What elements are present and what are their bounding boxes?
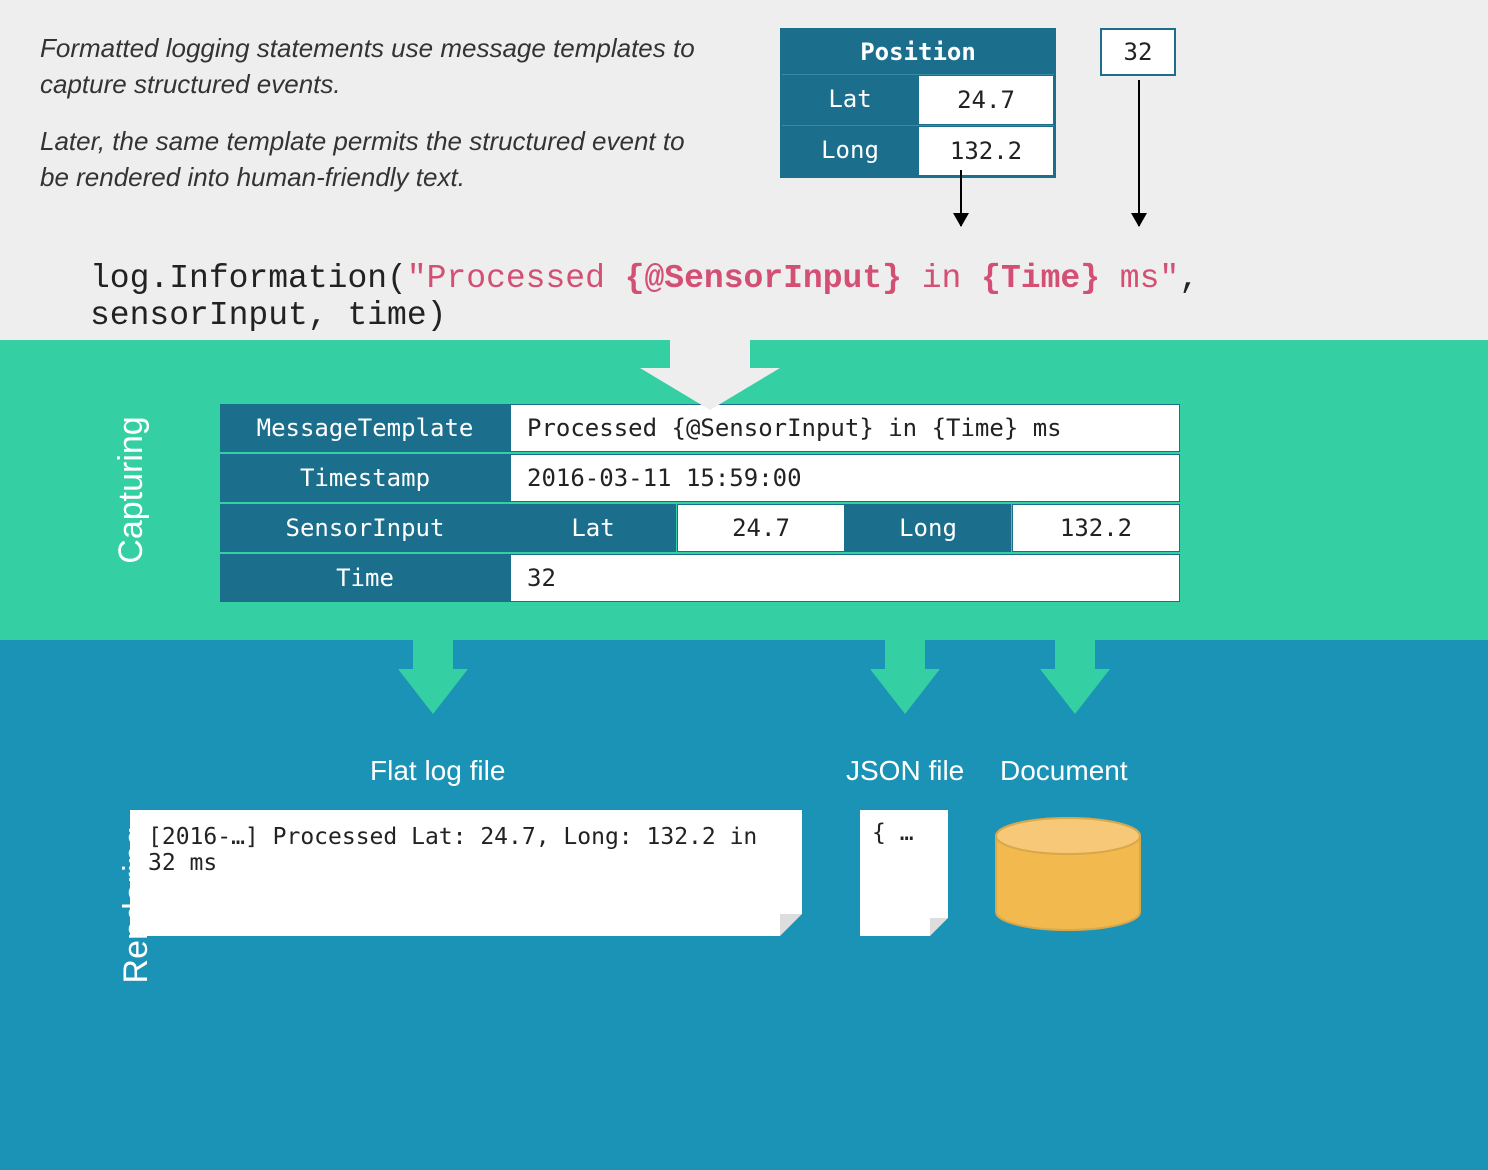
log-prefix: log.Information( [90, 260, 407, 297]
capture-timestamp-label: Timestamp [220, 454, 510, 502]
rendering-section: Rendering Flat log file JSON file Docume… [0, 640, 1488, 1170]
intro-text: Formatted logging statements use message… [40, 30, 720, 196]
flat-log-content: [2016-…] Processed Lat: 24.7, Long: 132.… [148, 824, 757, 876]
flow-arrow-doc [1040, 614, 1110, 714]
output-flat-label: Flat log file [370, 755, 505, 787]
log-string-open: "Processed [407, 260, 625, 297]
capture-sensor-lat-label: Lat [510, 504, 677, 552]
capture-sensor-lat-value: 24.7 [677, 504, 845, 552]
position-box: Position Lat 24.7 Long 132.2 [780, 28, 1056, 178]
capture-time-value: 32 [510, 554, 1180, 602]
log-string-mid: in [902, 260, 981, 297]
arrow-from-position [960, 170, 962, 226]
position-lat-label: Lat [782, 75, 918, 125]
database-icon [993, 816, 1143, 932]
arrow-from-time [1138, 80, 1140, 226]
capture-time-label: Time [220, 554, 510, 602]
time-box-value: 32 [1124, 38, 1153, 66]
position-lat-value: 24.7 [918, 75, 1054, 125]
intro-section: Formatted logging statements use message… [0, 0, 1488, 340]
flow-arrow-flat [398, 614, 468, 714]
capture-sensor-long-value: 132.2 [1012, 504, 1180, 552]
json-output: { … [860, 810, 948, 936]
output-json-label: JSON file [846, 755, 964, 787]
position-long-value: 132.2 [918, 126, 1054, 176]
capturing-label: Capturing [112, 416, 151, 563]
log-token-time: {Time} [981, 260, 1100, 297]
log-token-sensor: {@SensorInput} [625, 260, 902, 297]
flow-arrow-main [640, 340, 780, 410]
capture-table: MessageTemplate Processed {@SensorInput}… [220, 404, 1180, 604]
time-box: 32 [1100, 28, 1176, 76]
intro-paragraph-2: Later, the same template permits the str… [40, 123, 720, 196]
capture-timestamp-value: 2016-03-11 15:59:00 [510, 454, 1180, 502]
log-string-close: ms" [1100, 260, 1179, 297]
intro-paragraph-1: Formatted logging statements use message… [40, 30, 720, 103]
page-corner-icon [780, 914, 802, 936]
output-doc-label: Document [1000, 755, 1128, 787]
position-long-label: Long [782, 126, 918, 176]
page-corner-icon [930, 918, 948, 936]
position-title: Position [782, 30, 1054, 74]
flow-arrow-json [870, 614, 940, 714]
capture-sensor-label: SensorInput [220, 504, 510, 552]
flat-log-output: [2016-…] Processed Lat: 24.7, Long: 132.… [130, 810, 802, 936]
capture-template-value: Processed {@SensorInput} in {Time} ms [510, 404, 1180, 452]
log-statement: log.Information("Processed {@SensorInput… [90, 260, 1448, 334]
capture-sensor-nested: Lat 24.7 Long 132.2 [510, 504, 1180, 552]
json-content: { … [872, 820, 914, 846]
capture-sensor-long-label: Long [845, 504, 1012, 552]
capture-template-label: MessageTemplate [220, 404, 510, 452]
